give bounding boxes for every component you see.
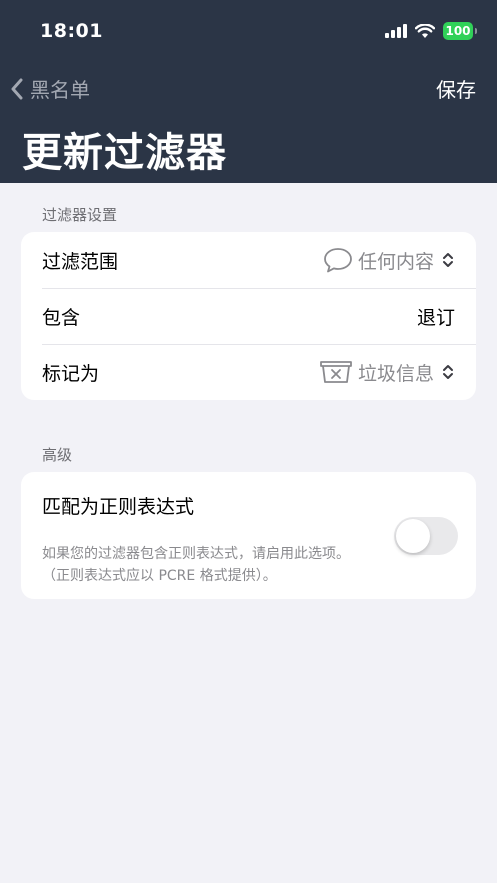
advanced-card: 匹配为正则表达式 如果您的过滤器包含正则表达式，请启用此选项。（正则表达式应以 … [21, 472, 476, 599]
battery-indicator: 100 [443, 22, 477, 40]
speech-bubble-icon [324, 248, 352, 273]
filter-settings-card: 过滤范围 任何内容 包含 退订 标记为 垃圾信息 [21, 232, 476, 400]
regex-description: 如果您的过滤器包含正则表达式，请启用此选项。（正则表达式应以 PCRE 格式提供… [42, 546, 350, 584]
mark-as-picker[interactable]: 垃圾信息 [319, 359, 455, 386]
filter-scope-picker[interactable]: 任何内容 [323, 247, 455, 274]
section-header-filter-settings: 过滤器设置 [42, 206, 118, 224]
mark-as-label: 标记为 [42, 362, 100, 385]
page-title: 更新过滤器 [22, 130, 227, 176]
back-button-label: 黑名单 [30, 78, 90, 102]
chevron-up-down-icon [443, 365, 453, 379]
regex-toggle[interactable] [394, 517, 458, 555]
filter-scope-row[interactable]: 过滤范围 任何内容 [21, 232, 476, 288]
status-time: 18:01 [40, 20, 103, 42]
contains-value[interactable]: 退订 [417, 303, 455, 330]
filter-scope-value: 任何内容 [357, 250, 434, 273]
cellular-signal-icon [385, 24, 407, 38]
back-button[interactable]: 黑名单 [10, 74, 90, 103]
save-button[interactable]: 保存 [436, 74, 476, 103]
mark-as-row[interactable]: 标记为 垃圾信息 [21, 344, 476, 400]
filter-scope-label: 过滤范围 [42, 250, 119, 273]
chevron-up-down-icon [443, 253, 453, 267]
section-header-advanced: 高级 [42, 446, 73, 464]
wifi-icon [415, 23, 435, 38]
contains-label: 包含 [42, 306, 81, 329]
status-icons: 100 [385, 22, 477, 40]
mark-as-value: 垃圾信息 [357, 362, 434, 385]
junk-tray-icon [320, 361, 352, 383]
navigation-header: 18:01 100 黑名单 保存 更新过滤器 [0, 0, 497, 183]
toggle-knob [396, 519, 430, 553]
regex-label: 匹配为正则表达式 [42, 496, 195, 518]
contains-row[interactable]: 包含 退订 [21, 288, 476, 344]
chevron-left-icon [11, 78, 23, 99]
